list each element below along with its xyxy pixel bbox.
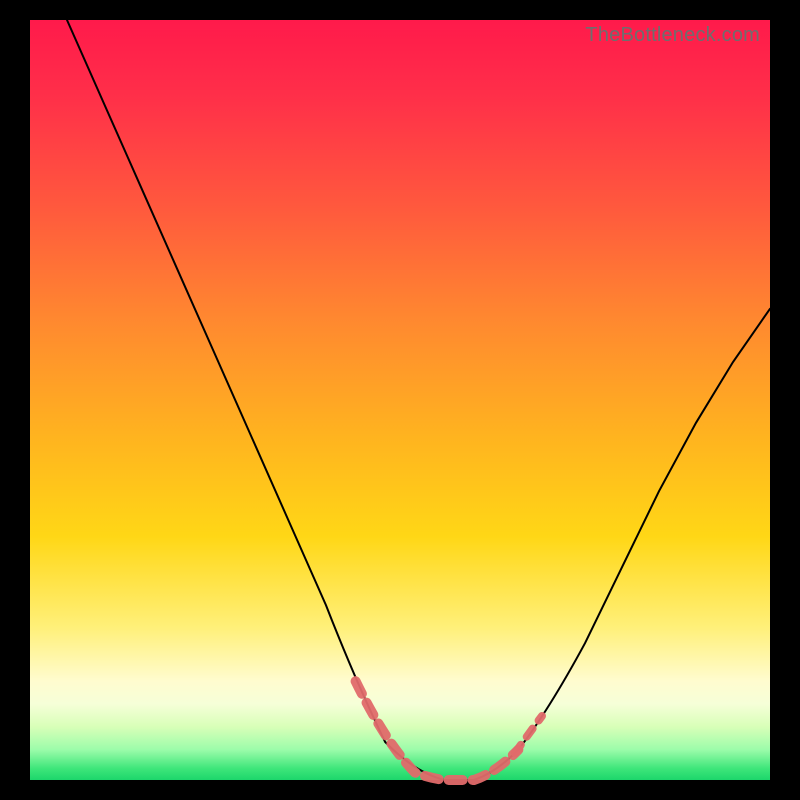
plot-area: TheBottleneck.com bbox=[30, 20, 770, 780]
curve-path bbox=[67, 20, 770, 780]
chart-frame: TheBottleneck.com bbox=[0, 0, 800, 800]
sweet-spot-beads bbox=[356, 681, 519, 780]
bottleneck-curve bbox=[30, 20, 770, 780]
sweet-spot-beads-right bbox=[515, 716, 542, 753]
